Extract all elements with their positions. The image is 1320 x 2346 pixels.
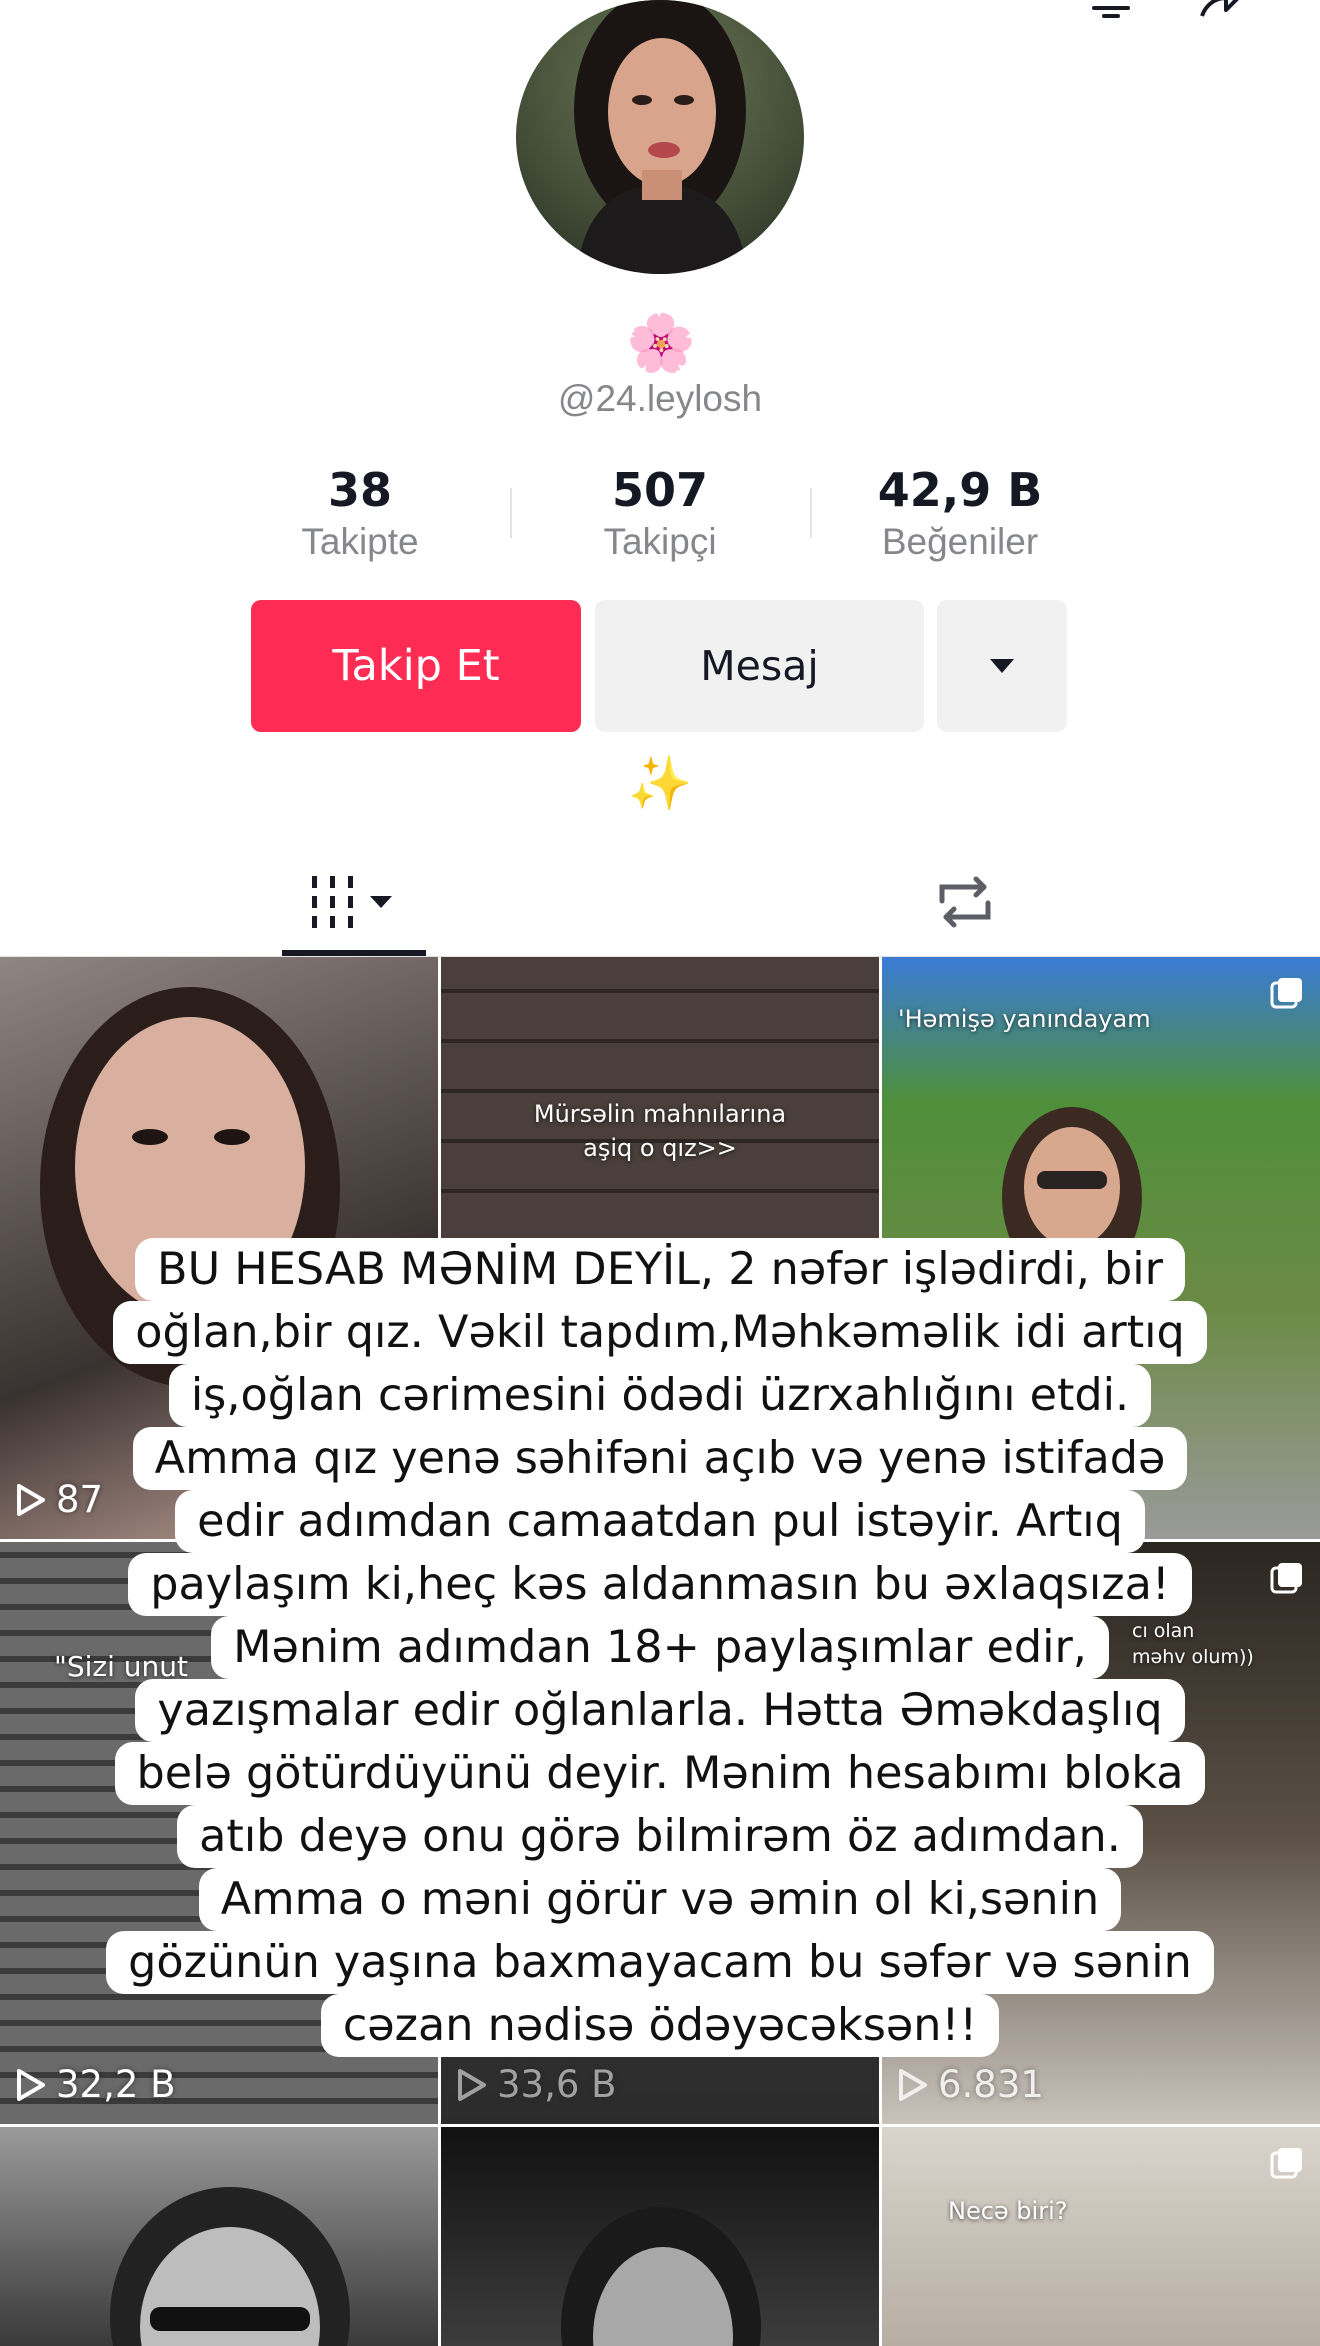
overlay-line-text: yazışmalar edir oğlanlarla. Hətta Əməkda…	[135, 1679, 1185, 1742]
sparkles-emoji: ✨	[627, 755, 693, 813]
tab-videos[interactable]	[282, 850, 426, 954]
overlay-line: edir adımdan camaatdan pul istəyir. Artı…	[60, 1490, 1260, 1553]
overlay-line-text: BU HESAB MƏNİM DEYİL, 2 nəfər işlədirdi,…	[135, 1238, 1185, 1301]
overlay-line: atıb deyə onu görə bilmirəm öz adımdan.	[60, 1805, 1260, 1868]
overlay-line: iş,oğlan cərimesini ödədi üzrxahlığını e…	[60, 1364, 1260, 1427]
share-icon[interactable]	[1196, 0, 1248, 20]
stat-likes-value: 42,9 B	[877, 463, 1043, 517]
pinned-multi-icon	[1270, 1563, 1302, 1594]
overlay-line: paylaşım ki,heç kəs aldanmasın bu əxlaqs…	[60, 1553, 1260, 1616]
overlay-line: cəzan nədisə ödəyəcəksən!!	[60, 1994, 1260, 2057]
message-button[interactable]: Mesaj	[595, 600, 924, 732]
stat-followers-label: Takipçi	[603, 521, 717, 562]
stat-following-label: Takipte	[301, 521, 419, 562]
overlay-line: belə götürdüyünü deyir. Mənim hesabımı b…	[60, 1742, 1260, 1805]
overlay-line: Amma o məni görür və əmin ol ki,sənin	[60, 1868, 1260, 1931]
overlay-line-text: Mənim adımdan 18+ paylaşımlar edir,	[211, 1616, 1109, 1679]
video-caption: Necə biri?	[948, 2197, 1068, 2225]
overlay-line: BU HESAB MƏNİM DEYİL, 2 nəfər işlədirdi,…	[60, 1238, 1260, 1301]
stat-following[interactable]: 38 Takipte	[230, 462, 490, 566]
play-icon	[458, 2068, 486, 2101]
play-icon	[899, 2068, 927, 2101]
flower-emoji: 🌸	[626, 311, 696, 374]
overlay-line-text: paylaşım ki,heç kəs aldanmasın bu əxlaqs…	[128, 1553, 1192, 1616]
tab-reposts[interactable]	[900, 850, 1030, 954]
overlay-line-text: iş,oğlan cərimesini ödədi üzrxahlığını e…	[168, 1364, 1152, 1427]
username: @24.leylosh	[557, 378, 763, 419]
more-dropdown-button[interactable]	[937, 600, 1067, 732]
stat-likes-label: Beğeniler	[881, 521, 1039, 562]
video-caption: 'Həmişə yanındayam	[898, 1005, 1151, 1033]
avatar[interactable]	[516, 0, 804, 274]
video-tile[interactable]: Necə biri?	[882, 2127, 1320, 2346]
caret-down-icon	[990, 659, 1014, 673]
overlay-line-text: gözünün yaşına baxmayacam bu səfər və sə…	[106, 1931, 1214, 1994]
overlay-line: Mənim adımdan 18+ paylaşımlar edir,	[60, 1616, 1260, 1679]
repost-icon	[939, 876, 991, 928]
text-overlay: BU HESAB MƏNİM DEYİL, 2 nəfər işlədirdi,…	[60, 1238, 1260, 2057]
view-count: 32,2 B	[16, 2063, 176, 2106]
overlay-line-text: belə götürdüyünü deyir. Mənim hesabımı b…	[114, 1742, 1206, 1805]
pinned-multi-icon	[1270, 978, 1302, 1009]
stat-followers[interactable]: 507 Takipçi	[530, 462, 790, 566]
bell-icon[interactable]	[1088, 0, 1134, 20]
pinned-multi-icon	[1270, 2148, 1302, 2179]
overlay-line-text: Amma qız yenə səhifəni açıb və yenə isti…	[132, 1427, 1188, 1490]
video-caption: Mürsəlin mahnılarına aşiq o qız>>	[533, 1100, 787, 1162]
back-icon[interactable]	[48, 0, 84, 14]
play-icon	[17, 1483, 45, 1516]
stat-followers-value: 507	[611, 463, 709, 517]
overlay-line: Amma qız yenə səhifəni açıb və yenə isti…	[60, 1427, 1260, 1490]
stat-divider	[810, 488, 812, 538]
view-count: 33,6 B	[457, 2063, 617, 2106]
play-icon	[17, 2068, 45, 2101]
stat-divider	[510, 488, 512, 538]
overlay-line-text: edir adımdan camaatdan pul istəyir. Artı…	[175, 1490, 1145, 1553]
view-count: 6.831	[898, 2063, 1044, 2106]
grid-icon	[312, 876, 392, 928]
stat-following-value: 38	[327, 463, 392, 517]
follow-button[interactable]: Takip Et	[251, 600, 581, 732]
video-tile[interactable]	[441, 2127, 879, 2346]
overlay-line-text: oğlan,bir qız. Vəkil tapdım,Məhkəməlik i…	[113, 1301, 1207, 1364]
overlay-line-text: atıb deyə onu görə bilmirəm öz adımdan.	[177, 1805, 1143, 1868]
overlay-line: oğlan,bir qız. Vəkil tapdım,Məhkəməlik i…	[60, 1301, 1260, 1364]
overlay-line: gözünün yaşına baxmayacam bu səfər və sə…	[60, 1931, 1260, 1994]
stat-likes[interactable]: 42,9 B Beğeniler	[830, 462, 1090, 566]
overlay-line-text: cəzan nədisə ödəyəcəksən!!	[320, 1994, 1000, 2057]
overlay-line: yazışmalar edir oğlanlarla. Hətta Əməkda…	[60, 1679, 1260, 1742]
video-tile[interactable]	[0, 2127, 438, 2346]
overlay-line-text: Amma o məni görür və əmin ol ki,sənin	[198, 1868, 1122, 1931]
